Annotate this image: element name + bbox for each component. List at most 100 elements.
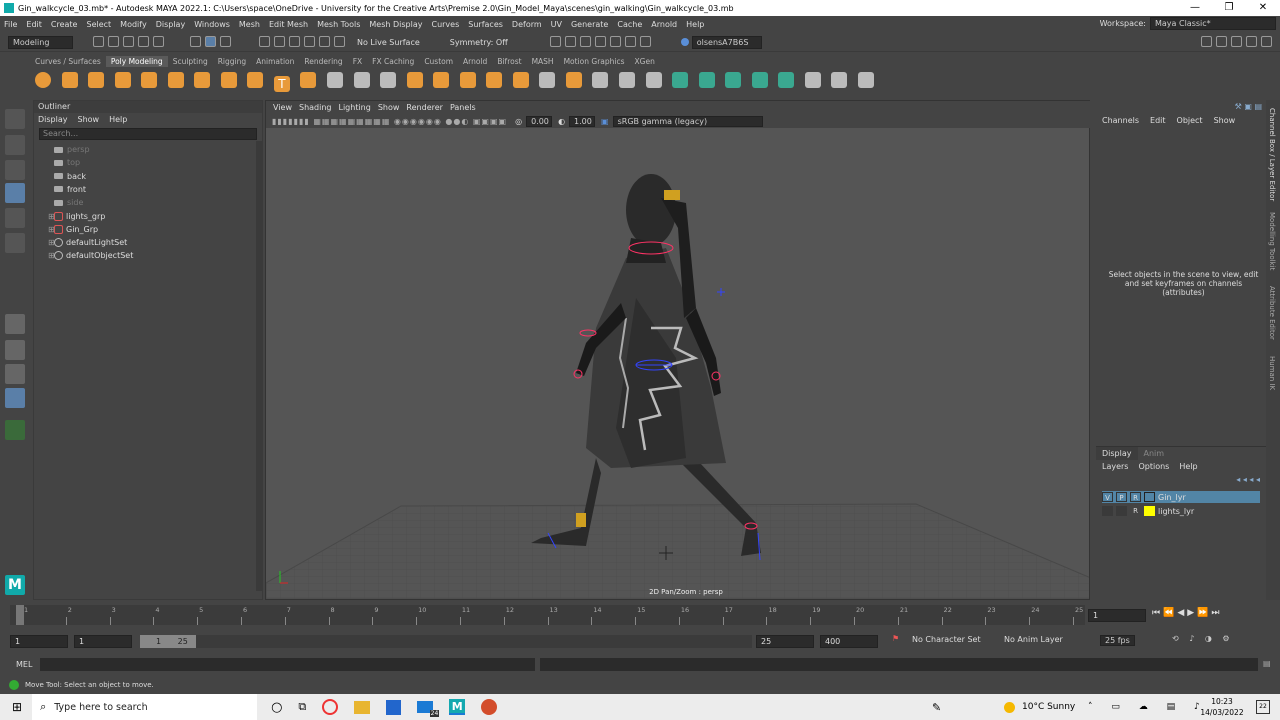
go-to-start-icon[interactable]: ⏮ (1152, 608, 1163, 618)
cb-menu-show[interactable]: Show (1214, 116, 1236, 125)
outliner-item-back[interactable]: back (54, 170, 86, 183)
vp-menu-renderer[interactable]: Renderer (406, 101, 443, 114)
tab-human-ik[interactable]: Human IK (1268, 356, 1276, 390)
poly-text-icon[interactable]: T (273, 76, 290, 92)
poly-torus-icon[interactable] (141, 72, 158, 88)
super-shape-icon[interactable] (247, 72, 264, 88)
search-icon[interactable] (5, 420, 25, 440)
layer-color-swatch[interactable] (1144, 506, 1155, 516)
layer-color-swatch[interactable] (1144, 492, 1155, 502)
layer-menu-options[interactable]: Options (1138, 462, 1169, 471)
anim-layer-label[interactable]: No Anim Layer (1004, 635, 1094, 644)
layer-menu-help[interactable]: Help (1179, 462, 1197, 471)
shelf-tab-curves-surfaces[interactable]: Curves / Surfaces (30, 56, 106, 67)
outliner-menu-show[interactable]: Show (78, 115, 100, 124)
maya-taskbar-icon[interactable]: M (449, 699, 466, 715)
select-component-icon[interactable] (220, 35, 231, 47)
expand-icon[interactable]: ⊞ (48, 238, 55, 247)
go-to-end-icon[interactable]: ⏭ (1211, 608, 1222, 618)
cb-menu-edit[interactable]: Edit (1150, 116, 1166, 125)
hypershade-icon[interactable] (609, 35, 621, 47)
shelf-tab-rendering[interactable]: Rendering (299, 56, 347, 67)
checker-icon[interactable] (804, 72, 821, 88)
layer-row-lights[interactable]: R lights_lyr (1102, 505, 1260, 517)
menu-mesh[interactable]: Mesh (239, 20, 260, 29)
snap-point-icon[interactable] (289, 35, 300, 47)
menu-deform[interactable]: Deform (512, 20, 542, 29)
outliner-layout-icon[interactable] (5, 388, 25, 408)
tab-attribute-editor[interactable]: Attribute Editor (1268, 286, 1276, 340)
menu-file[interactable]: File (4, 20, 17, 29)
poly-cylinder-icon[interactable] (88, 72, 105, 88)
append-icon[interactable] (565, 72, 582, 88)
outliner-item-defaultobjectset[interactable]: ⊞ defaultObjectSet (48, 249, 133, 262)
range-handle[interactable]: 1 25 (140, 635, 196, 648)
rotate-tool-icon[interactable] (5, 208, 25, 228)
snap-view-icon[interactable] (304, 35, 315, 47)
exposure-field[interactable]: 0.00 (526, 115, 553, 127)
panels-icon[interactable] (1246, 35, 1257, 47)
step-back-frame-icon[interactable]: ◀ (1177, 608, 1187, 618)
live-surface-label[interactable]: No Live Surface (357, 38, 420, 47)
bevel-icon[interactable] (512, 72, 529, 88)
snap-curve-icon[interactable] (274, 35, 285, 47)
cb-menu-object[interactable]: Object (1177, 116, 1203, 125)
menu-windows[interactable]: Windows (194, 20, 230, 29)
tab-channel-box[interactable]: Channel Box / Layer Editor (1268, 108, 1276, 201)
tab-modelling-toolkit[interactable]: Modelling Toolkit (1268, 212, 1276, 270)
shelf-tab-animation[interactable]: Animation (251, 56, 299, 67)
viewport-canvas[interactable]: 2D Pan/Zoom : persp (265, 128, 1092, 600)
cb-toolbar-icons[interactable]: ⚒ ▣ ▤ (1235, 102, 1262, 111)
outliner-search-input[interactable]: Search... (39, 128, 257, 140)
scale-tool-icon[interactable] (5, 233, 25, 253)
cortana-icon[interactable]: ○ (271, 700, 282, 715)
select-tool-icon[interactable] (5, 109, 25, 129)
select-hierarchy-icon[interactable] (190, 35, 201, 47)
bridge-icon[interactable] (486, 72, 503, 88)
layer-reference-toggle[interactable]: R (1130, 506, 1141, 516)
cmd-input[interactable] (40, 658, 535, 671)
fill-hole-icon[interactable] (539, 72, 556, 88)
ipr-render-icon[interactable] (579, 35, 591, 47)
shelf-tab-arnold[interactable]: Arnold (458, 56, 492, 67)
mail-icon[interactable]: 24 (417, 701, 440, 717)
shelf-tab-xgen[interactable]: XGen (630, 56, 660, 67)
time-ruler[interactable]: 1 2 3 4 5 6 7 8 9 10 11 12 13 14 15 16 17 18 19 20 21 22 23 24 2… (10, 605, 1085, 625)
menu-generate[interactable]: Generate (571, 20, 608, 29)
layer-visibility-toggle[interactable] (1102, 506, 1113, 516)
panel-toolbar-icons[interactable]: ▮▮▮▮▮▮▮ ▦▦▦▦▦▦▦▦▦ ◉◉◉◉◉◉ ●●◐ ▣▣▣▣ (272, 117, 507, 126)
shelf-tab-bifrost[interactable]: Bifrost (492, 56, 526, 67)
system-tray-icons[interactable]: ˄ ▭ ☁ ▤ ♪ (1088, 702, 1208, 712)
outliner-item-front[interactable]: front (54, 183, 86, 196)
shelf-tab-poly-modeling[interactable]: Poly Modeling (105, 56, 168, 67)
file-explorer-icon[interactable] (354, 700, 371, 714)
minimize-button[interactable]: — (1178, 0, 1212, 16)
poly-sphere-icon[interactable] (35, 72, 51, 88)
poly-cone-icon[interactable] (114, 72, 131, 88)
render-settings-icon[interactable] (594, 35, 606, 47)
current-frame-field[interactable]: 1 (1088, 609, 1146, 622)
outliner-item-top[interactable]: top (54, 156, 80, 169)
step-forward-key-icon[interactable]: ⏩ (1197, 608, 1211, 618)
workspace-icon[interactable] (1201, 35, 1212, 47)
multi-cut-icon[interactable] (592, 72, 609, 88)
extrude-icon[interactable] (459, 72, 476, 88)
redo-icon[interactable] (153, 35, 164, 47)
svg-icon[interactable] (300, 72, 317, 88)
settings-icon[interactable] (1216, 35, 1227, 47)
layer-row-gin[interactable]: V P R Gin_lyr (1102, 491, 1260, 503)
outliner-menu-display[interactable]: Display (38, 115, 68, 124)
store-icon[interactable] (386, 699, 402, 715)
outliner-item-gin-grp[interactable]: ⊞ Gin_Grp (48, 223, 98, 236)
two-pane-icon[interactable] (5, 364, 25, 384)
menu-cache[interactable]: Cache (617, 20, 642, 29)
shelf-tab-motion-graphics[interactable]: Motion Graphics (559, 56, 630, 67)
menu-create[interactable]: Create (51, 20, 78, 29)
taskbar-clock[interactable]: 10:23 14/03/2022 (1200, 696, 1244, 718)
expand-icon[interactable]: ⊞ (48, 212, 55, 221)
animation-start-field[interactable]: 1 (10, 635, 68, 648)
range-bar[interactable]: 1 25 (140, 635, 752, 648)
shelf-tab-fx-caching[interactable]: FX Caching (367, 56, 419, 67)
shelf-tab-custom[interactable]: Custom (419, 56, 458, 67)
menu-modify[interactable]: Modify (120, 20, 147, 29)
